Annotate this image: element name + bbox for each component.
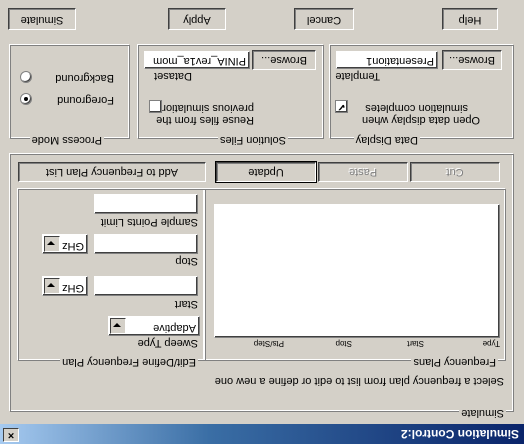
sweep-type-select[interactable]: Adaptive [108, 316, 200, 336]
foreground-radio[interactable]: Foreground [14, 90, 114, 106]
add-to-frequency-plan-list-button[interactable]: Add to Frequency Plan List [18, 162, 206, 182]
simulation-control-dialog: Simulation Control:2 × Simulate Select a… [0, 0, 524, 444]
frequency-plan-list[interactable] [214, 204, 500, 338]
start-unit-select[interactable]: GHz [42, 276, 88, 296]
edit-frequency-plan-legend: Edit/Define Frequency Plan [60, 356, 198, 368]
stop-unit-select[interactable]: GHz [42, 234, 88, 254]
column-header-pts-step: Pts/Step [253, 339, 284, 348]
chevron-down-icon[interactable] [44, 236, 60, 252]
background-radio-indicator[interactable] [20, 71, 32, 83]
column-header-type: Type [482, 339, 500, 348]
paste-button[interactable]: Paste [318, 162, 408, 182]
cancel-button[interactable]: Cancel [294, 8, 354, 30]
reuse-files-checkbox[interactable] [149, 100, 162, 113]
sample-points-input[interactable] [94, 194, 198, 214]
sweep-type-value: Adaptive [153, 322, 196, 334]
start-label: Start [174, 298, 198, 310]
dataset-browse-button[interactable]: Browse... [252, 50, 316, 70]
stop-unit-value: GHz [62, 240, 84, 252]
simulate-legend: Simulate [459, 407, 506, 419]
template-browse-button[interactable]: Browse... [442, 50, 502, 70]
template-input[interactable]: Presentation1 [336, 51, 438, 69]
open-data-display-checkbox[interactable]: ✔ [335, 100, 348, 113]
reuse-files-label-line1: Reuse files from the [156, 114, 254, 126]
foreground-radio-indicator[interactable] [20, 93, 32, 105]
dataset-input[interactable]: PINIA_rev1a_mom [144, 51, 250, 69]
reuse-files-label-line2: previous simulation [159, 102, 254, 114]
background-label: Background [55, 72, 114, 84]
cut-button[interactable]: Cut [410, 162, 500, 182]
background-radio[interactable]: Background [14, 68, 114, 84]
chevron-down-icon[interactable] [44, 278, 60, 294]
simulate-button[interactable]: Simulate [8, 8, 76, 30]
close-button[interactable]: × [3, 428, 19, 442]
dataset-label: Dataset [154, 70, 192, 82]
sweep-type-label: Sweep Type [137, 337, 198, 349]
chevron-down-icon[interactable] [110, 318, 126, 334]
process-mode-legend: Process Mode [29, 134, 104, 146]
open-data-display-label-line2: simulation completes [365, 102, 468, 114]
sample-points-label: Sample Points Limit [100, 216, 198, 228]
stop-label: Stop [175, 255, 198, 267]
stop-input[interactable] [94, 234, 198, 254]
open-data-display-label-line1: Open data display when [361, 114, 480, 126]
frequency-plans-legend: Frequency Plans [411, 356, 498, 368]
start-input[interactable] [94, 276, 198, 296]
column-header-stop: Stop [335, 339, 352, 348]
instruction-text: Select a frequency plan from list to edi… [214, 375, 504, 387]
title-bar[interactable]: Simulation Control:2 [0, 424, 524, 444]
apply-button[interactable]: Apply [168, 8, 226, 30]
update-button[interactable]: Update [215, 161, 317, 183]
template-label: Template [335, 70, 380, 82]
column-header-start: Start [407, 339, 424, 348]
checkmark-icon: ✔ [337, 101, 346, 112]
help-button[interactable]: Help [442, 8, 498, 30]
close-icon: × [7, 429, 15, 441]
data-display-legend: Data Display [353, 134, 420, 146]
foreground-label: Foreground [57, 94, 114, 106]
solution-files-legend: Solution Files [217, 134, 288, 146]
window-title: Simulation Control:2 [401, 427, 519, 441]
start-unit-value: GHz [62, 282, 84, 294]
